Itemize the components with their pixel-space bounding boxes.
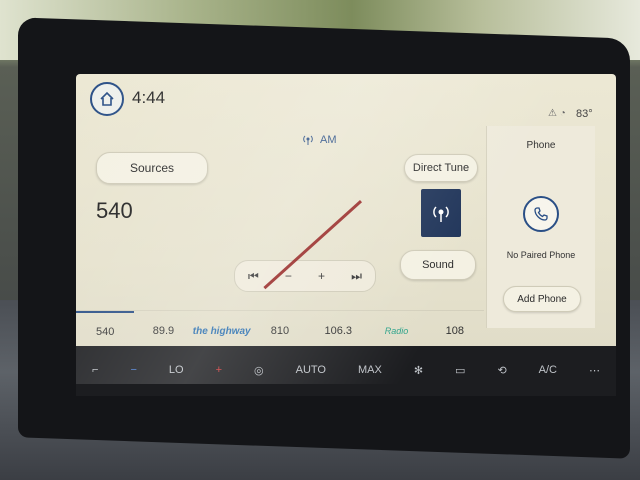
climate-menu-icon[interactable]: ⋯ [589, 364, 600, 377]
home-icon [100, 91, 114, 106]
seek-back-button[interactable]: ⏮ [248, 269, 259, 284]
seek-forward-button[interactable]: ⏭ [351, 269, 362, 284]
antenna-icon [303, 135, 313, 145]
station-artwork [421, 189, 461, 237]
phone-button[interactable] [523, 196, 559, 232]
preset-7[interactable]: 108 [426, 311, 484, 351]
temp-down-button[interactable]: − [130, 364, 136, 376]
direct-tune-button[interactable]: Direct Tune [404, 154, 478, 182]
fan-icon[interactable]: ✻ [414, 364, 423, 377]
rear-defrost-icon[interactable]: ▭ [455, 364, 465, 377]
phone-panel-title: Phone [526, 140, 556, 151]
add-phone-button[interactable]: Add Phone [503, 286, 581, 312]
driver-temperature: LO [168, 364, 184, 376]
station-logo-radio: Radio [384, 326, 409, 336]
current-frequency: 540 [96, 198, 133, 223]
preset-6[interactable]: Radio [367, 311, 425, 351]
preset-4[interactable]: 810 [251, 311, 309, 351]
phone-icon [534, 207, 548, 221]
band-indicator: AM [302, 134, 337, 146]
status-icons: ⚠ ◔ [548, 108, 566, 119]
phone-status: No Paired Phone [506, 250, 576, 260]
climate-bar: ⌐ − LO + ◎ AUTO MAX ✻ ▭ ⟲ A/C ⋯ [76, 346, 616, 396]
clock: 4:44 [132, 88, 166, 107]
outside-temperature: 83° [576, 108, 593, 120]
tune-down-button[interactable]: − [285, 269, 292, 283]
preset-5[interactable]: 106.3 [309, 311, 367, 351]
temp-up-button[interactable]: + [216, 364, 222, 376]
steering-heat-icon[interactable]: ◎ [254, 364, 264, 377]
broadcast-icon [433, 206, 449, 222]
band-label: AM [320, 134, 337, 146]
tune-up-button[interactable]: + [318, 269, 325, 283]
ac-button[interactable]: A/C [539, 364, 557, 376]
preset-bar: 540 89.9 the highway 810 106.3 Radio 108 [76, 310, 484, 351]
climate-controls: ⌐ − LO + ◎ AUTO MAX ✻ ▭ ⟲ A/C ⋯ [76, 352, 616, 388]
max-defrost-button[interactable]: MAX [358, 364, 382, 376]
preset-3[interactable]: the highway [193, 311, 251, 351]
home-button[interactable] [90, 82, 124, 116]
infotainment-screen: 4:44 ⚠ ◔ 83° AM Sources Direct Tune 540 … [76, 74, 616, 384]
sources-button[interactable]: Sources [96, 152, 208, 184]
station-logo-highway: the highway [192, 325, 251, 337]
tuning-controls: ⏮ − + ⏭ [234, 260, 376, 292]
seat-icon[interactable]: ⌐ [92, 364, 98, 376]
sound-button[interactable]: Sound [400, 250, 476, 280]
recirculate-icon[interactable]: ⟲ [497, 364, 506, 377]
auto-climate-button[interactable]: AUTO [296, 364, 326, 376]
phone-panel: Phone No Paired Phone Add Phone [486, 126, 595, 328]
preset-2[interactable]: 89.9 [134, 311, 192, 351]
preset-1[interactable]: 540 [76, 311, 135, 351]
